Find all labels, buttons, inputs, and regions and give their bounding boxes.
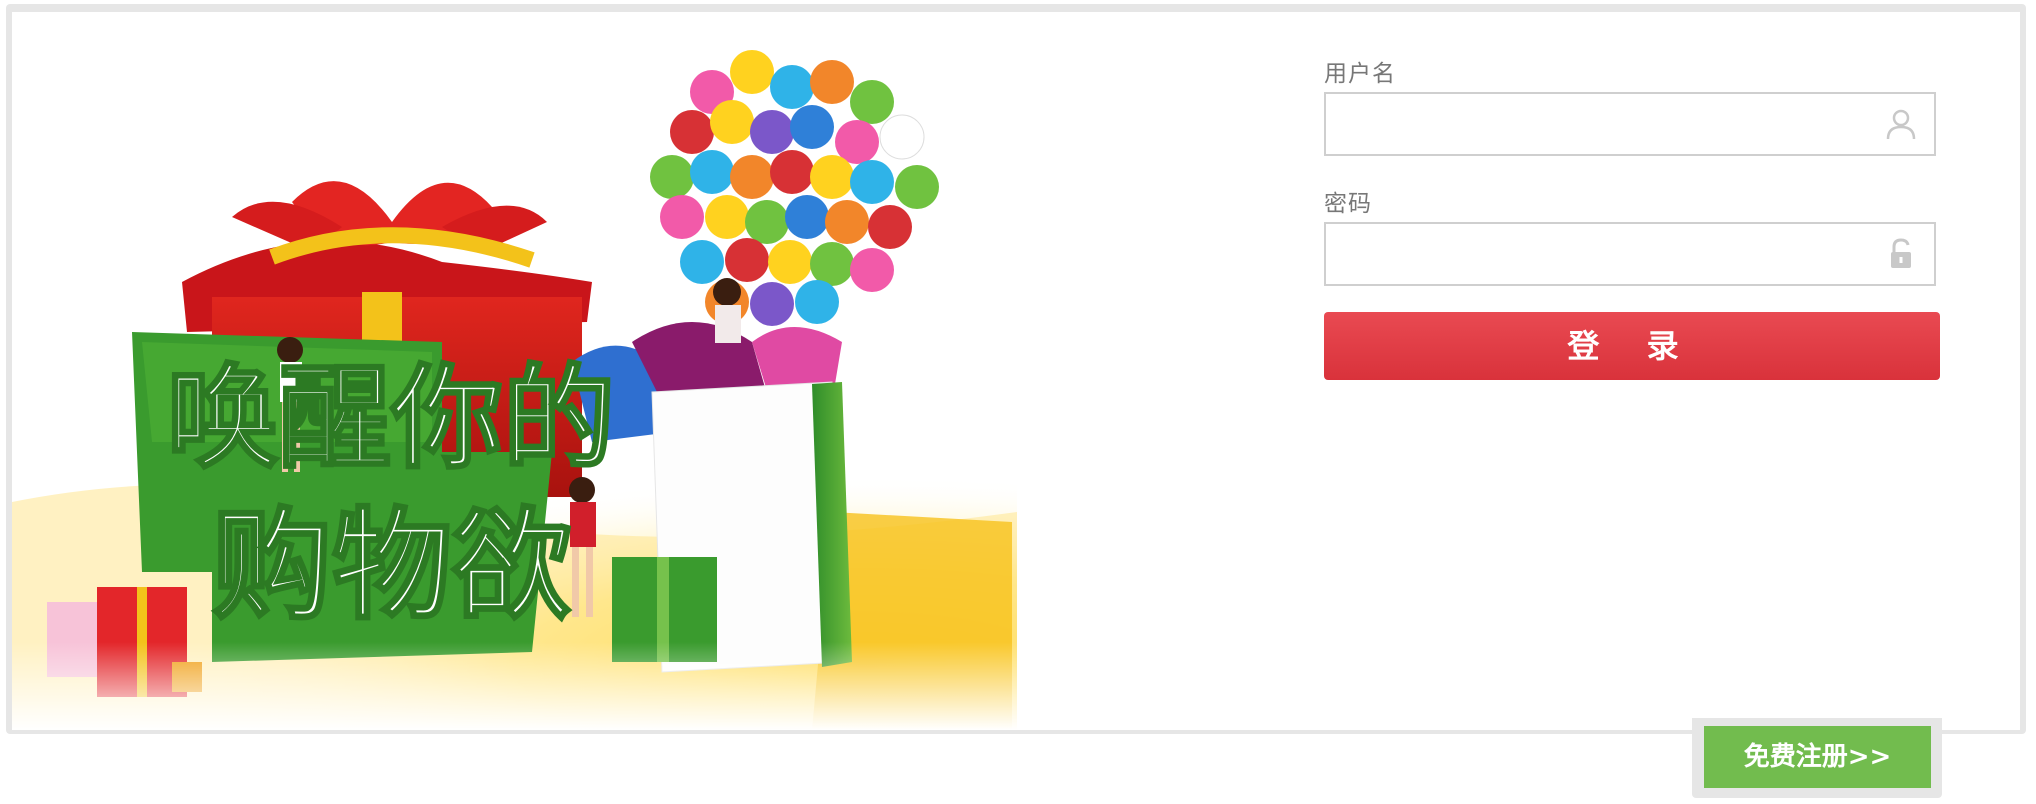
username-input[interactable] [1326, 94, 1902, 154]
headline-line1: 唤醒你的 [167, 354, 615, 484]
promo-banner: 唤醒你的 购物欲 [12, 12, 1017, 730]
password-label: 密码 [1324, 191, 1372, 217]
login-button[interactable]: 登 录 [1324, 312, 1940, 380]
balloons [650, 50, 939, 326]
unlock-icon [1891, 238, 1911, 268]
headline-line2: 购物欲 [212, 497, 572, 636]
username-field[interactable] [1324, 92, 1936, 156]
username-label: 用户名 [1324, 61, 1396, 87]
user-icon [1886, 109, 1916, 140]
password-input[interactable] [1326, 224, 1902, 284]
password-field[interactable] [1324, 222, 1936, 286]
promo-banner-illustration: 唤醒你的 购物欲 [12, 50, 1017, 730]
register-button[interactable]: 免费注册>> [1704, 726, 1931, 788]
login-panel: 唤醒你的 购物欲 用户名 密码 登 录 [12, 12, 2020, 730]
